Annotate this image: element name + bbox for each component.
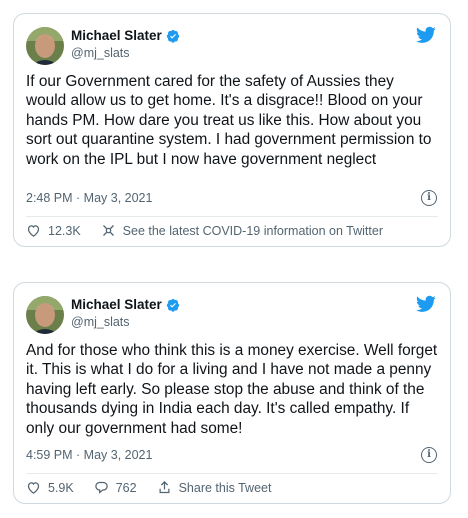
like-count: 5.9K bbox=[48, 480, 74, 495]
avatar[interactable] bbox=[26, 27, 64, 65]
verified-badge-icon bbox=[166, 298, 180, 312]
tweet-text: If our Government cared for the safety o… bbox=[26, 73, 432, 168]
heart-icon bbox=[27, 225, 40, 237]
twitter-bird-icon[interactable] bbox=[416, 295, 436, 313]
covid-info-label: See the latest COVID-19 information on T… bbox=[122, 223, 383, 238]
author-name[interactable]: Michael Slater bbox=[71, 297, 162, 312]
tweet-text: And for those who think this is a money … bbox=[26, 342, 438, 437]
share-icon bbox=[159, 480, 170, 494]
reply-button[interactable]: 762 bbox=[94, 480, 137, 495]
like-count: 12.3K bbox=[48, 223, 81, 238]
heart-icon bbox=[27, 482, 40, 494]
like-button[interactable]: 12.3K bbox=[26, 223, 81, 238]
share-label: Share this Tweet bbox=[178, 480, 272, 495]
covid-info-icon bbox=[102, 225, 114, 236]
tweet-card-2[interactable]: Michael Slater @mj_slats And for those w… bbox=[13, 282, 451, 504]
avatar[interactable] bbox=[26, 296, 64, 334]
verified-badge-icon bbox=[166, 29, 180, 43]
divider bbox=[26, 473, 438, 474]
author-handle[interactable]: @mj_slats bbox=[71, 46, 180, 60]
tweet-timestamp[interactable]: 4:59 PM · May 3, 2021 bbox=[26, 448, 152, 462]
author-handle[interactable]: @mj_slats bbox=[71, 315, 180, 329]
tweet-card-1[interactable]: Michael Slater @mj_slats If our Governme… bbox=[13, 13, 451, 247]
share-button[interactable]: Share this Tweet bbox=[157, 480, 272, 495]
author-name[interactable]: Michael Slater bbox=[71, 28, 162, 43]
twitter-bird-icon[interactable] bbox=[416, 26, 436, 44]
tweet-timestamp[interactable]: 2:48 PM · May 3, 2021 bbox=[26, 191, 152, 205]
reply-count: 762 bbox=[115, 480, 137, 495]
info-icon[interactable]: i bbox=[421, 190, 437, 206]
like-button[interactable]: 5.9K bbox=[26, 480, 74, 495]
info-icon[interactable]: i bbox=[421, 447, 437, 463]
reply-icon bbox=[94, 481, 108, 494]
divider bbox=[26, 216, 438, 217]
covid-info-link[interactable]: See the latest COVID-19 information on T… bbox=[101, 223, 383, 238]
